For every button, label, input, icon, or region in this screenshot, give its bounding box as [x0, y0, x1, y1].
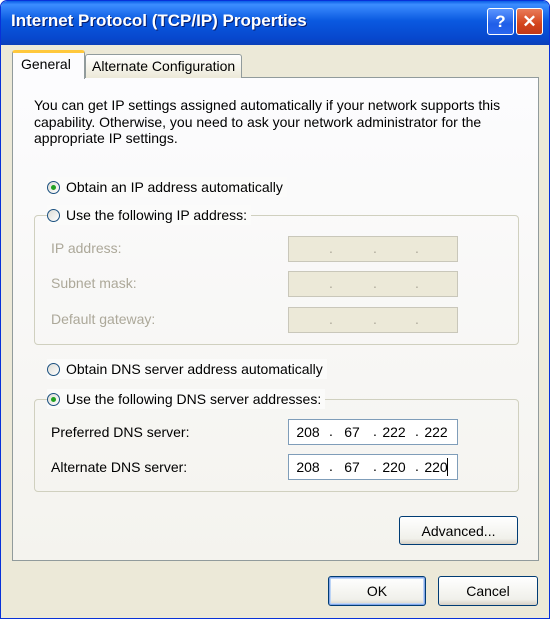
octet-separator: . — [373, 275, 377, 291]
radio-unselected-icon — [47, 208, 60, 222]
octet-separator: . — [329, 240, 333, 256]
subnet-mask-input[interactable]: . . . — [288, 271, 458, 297]
octet-separator: . — [415, 240, 419, 256]
octet-separator: . — [329, 275, 333, 291]
octet-separator: . — [329, 423, 333, 439]
radio-unselected-icon — [47, 362, 60, 376]
description-text: You can get IP settings assigned automat… — [34, 97, 501, 146]
tab-general[interactable]: General — [12, 50, 85, 79]
preferred-dns-octet-1: 208 — [296, 424, 320, 440]
ip-address-label: IP address: — [51, 240, 122, 256]
radio-selected-icon — [47, 180, 60, 194]
preferred-dns-label: Preferred DNS server: — [51, 424, 190, 440]
use-following-ip-label: Use the following IP address: — [66, 207, 248, 223]
help-button[interactable]: ? — [487, 8, 514, 35]
tab-alternate-configuration[interactable]: Alternate Configuration — [85, 54, 242, 78]
octet-separator: . — [329, 458, 333, 474]
default-gateway-input[interactable]: . . . — [288, 307, 458, 333]
alternate-dns-octet-1: 208 — [296, 459, 320, 475]
help-icon: ? — [495, 11, 506, 31]
octet-separator: . — [373, 311, 377, 327]
preferred-dns-octet-3: 222 — [382, 424, 406, 440]
default-gateway-label: Default gateway: — [51, 311, 156, 327]
window-title: Internet Protocol (TCP/IP) Properties — [11, 11, 307, 30]
subnet-mask-label: Subnet mask: — [51, 275, 137, 291]
preferred-dns-octet-4: 222 — [424, 424, 448, 440]
alternate-dns-input[interactable]: 208 . 67 . 220 . 220 — [288, 454, 458, 480]
tcpip-properties-dialog: Internet Protocol (TCP/IP) Properties ? … — [0, 0, 550, 619]
alternate-dns-label: Alternate DNS server: — [51, 459, 188, 475]
obtain-ip-auto-label: Obtain an IP address automatically — [66, 179, 283, 195]
use-following-ip-radio[interactable]: Use the following IP address: — [47, 205, 252, 225]
obtain-dns-auto-radio[interactable]: Obtain DNS server address automatically — [47, 359, 327, 379]
title-bar[interactable]: Internet Protocol (TCP/IP) Properties ? … — [1, 1, 549, 45]
octet-separator: . — [415, 275, 419, 291]
octet-separator: . — [373, 240, 377, 256]
preferred-dns-octet-2: 67 — [344, 424, 360, 440]
use-following-dns-label: Use the following DNS server addresses: — [66, 391, 322, 407]
octet-separator: . — [329, 311, 333, 327]
alternate-dns-octet-3: 220 — [382, 459, 406, 475]
obtain-ip-auto-radio[interactable]: Obtain an IP address automatically — [47, 177, 287, 197]
alternate-dns-octet-2: 67 — [344, 459, 360, 475]
cancel-button[interactable]: Cancel — [438, 576, 538, 606]
advanced-button[interactable]: Advanced... — [399, 516, 518, 545]
text-cursor — [447, 458, 448, 476]
preferred-dns-input[interactable]: 208 . 67 . 222 . 222 — [288, 419, 458, 445]
close-button[interactable]: ✕ — [516, 8, 543, 35]
ip-address-input[interactable]: . . . — [288, 236, 458, 262]
close-icon: ✕ — [522, 11, 537, 31]
octet-separator: . — [415, 311, 419, 327]
ok-button[interactable]: OK — [328, 576, 426, 606]
radio-selected-icon — [47, 392, 60, 406]
obtain-dns-auto-label: Obtain DNS server address automatically — [66, 361, 323, 377]
use-following-dns-radio[interactable]: Use the following DNS server addresses: — [47, 389, 326, 409]
